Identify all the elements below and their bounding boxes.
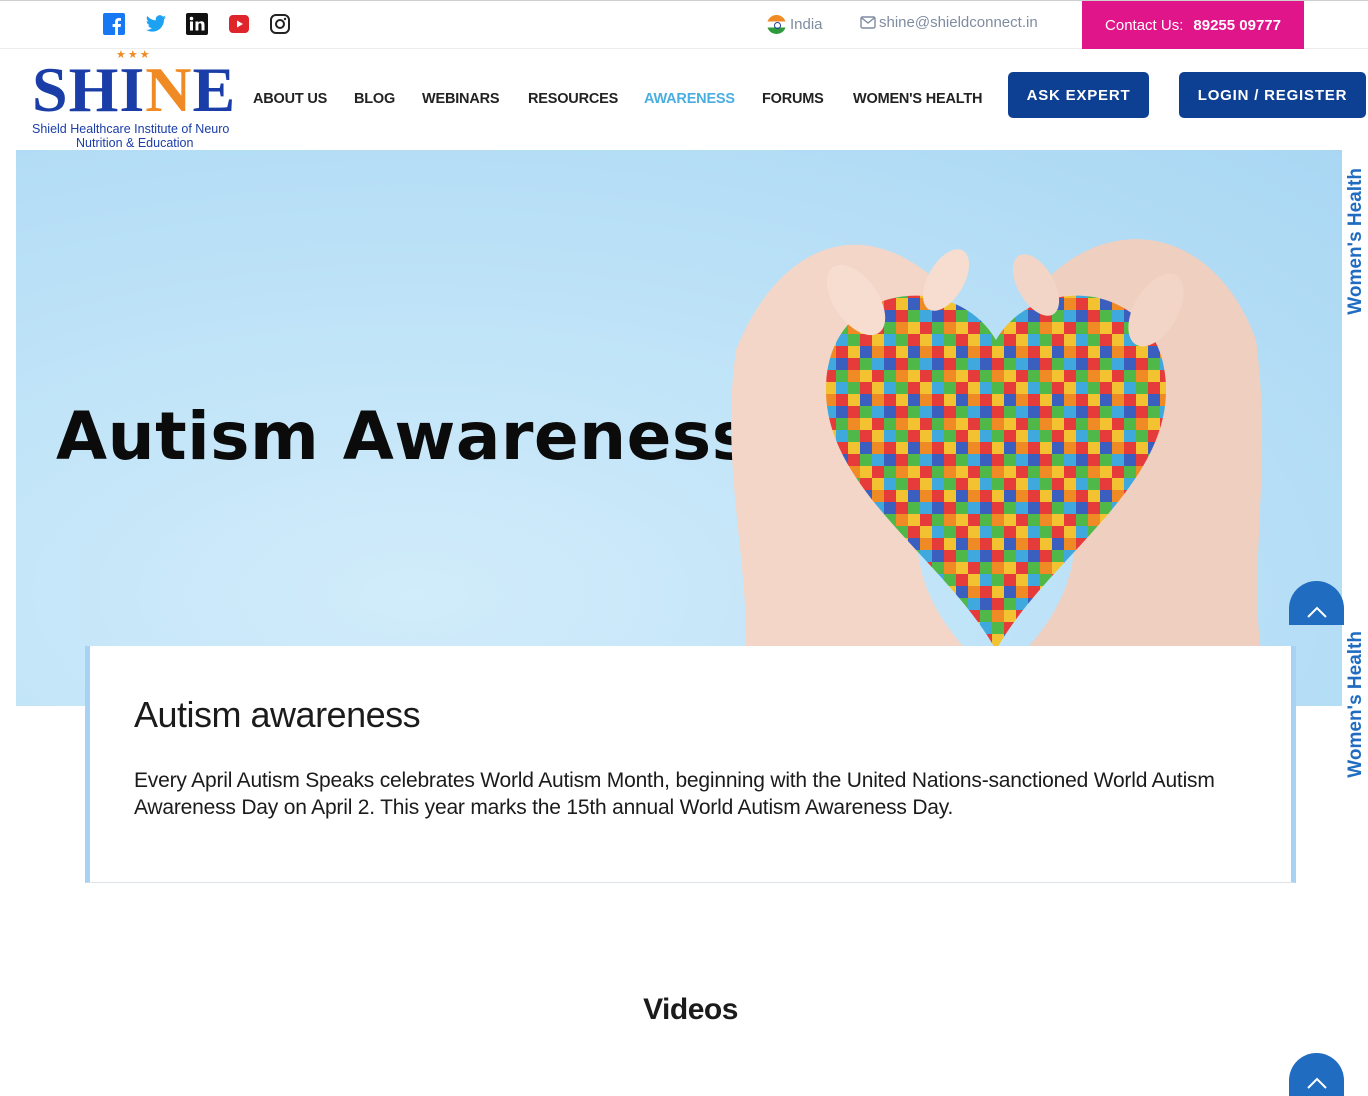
contact-us-box[interactable]: Contact Us: 89255 09777	[1082, 1, 1304, 49]
email-link[interactable]: shine@shieldconnect.in	[860, 14, 1038, 31]
side-tab-label: Women's Health	[1344, 167, 1366, 315]
article-body: Every April Autism Speaks celebrates Wor…	[134, 769, 1215, 819]
article-heading: Autism awareness	[134, 694, 421, 735]
chevron-up-icon	[1306, 1077, 1327, 1089]
hero-banner: Autism Awareness	[16, 150, 1342, 706]
contact-number[interactable]: 89255 09777	[1193, 17, 1281, 34]
womens-health-side-tab-lower[interactable]: Women's Health	[1343, 624, 1368, 784]
nav-webinars[interactable]: WEBINARS	[422, 91, 500, 107]
logo-wordmark: SHINE	[32, 54, 237, 125]
instagram-icon[interactable]	[269, 13, 291, 35]
puzzle-heart-hands-image	[731, 239, 1275, 706]
nav-blog[interactable]: BLOG	[354, 91, 395, 107]
logo-subtitle-line1: Shield Healthcare Institute of Neuro	[32, 122, 230, 136]
nav-forums[interactable]: FORUMS	[762, 91, 824, 107]
india-flag-icon	[767, 15, 786, 34]
envelope-icon	[860, 16, 876, 29]
nav-resources[interactable]: RESOURCES	[528, 91, 618, 107]
chevron-up-icon	[1306, 606, 1327, 618]
article-card: Autism awareness Every April Autism Spea…	[85, 646, 1296, 883]
nav-awareness[interactable]: AWARENESS	[644, 91, 735, 107]
videos-section-title: Videos	[643, 993, 738, 1026]
womens-health-side-tab[interactable]: Women's Health	[1343, 150, 1368, 332]
shine-logo[interactable]: ★★★ SHINE Shield Healthcare Institute of…	[32, 49, 254, 150]
logo-subtitle: Shield Healthcare Institute of Neuro Nut…	[32, 122, 254, 150]
twitter-icon[interactable]	[145, 13, 167, 35]
country-label: India	[790, 16, 823, 33]
logo-subtitle-line2: Nutrition & Education	[76, 135, 194, 150]
youtube-icon[interactable]	[228, 13, 250, 35]
login-register-button[interactable]: LOGIN / REGISTER	[1179, 72, 1366, 118]
hero-title: Autism Awareness	[56, 398, 752, 475]
linkedin-icon[interactable]	[186, 13, 208, 35]
nav-about-us[interactable]: ABOUT US	[253, 91, 327, 107]
side-tab-label-lower: Women's Health	[1344, 630, 1366, 778]
email-text: shine@shieldconnect.in	[879, 14, 1038, 31]
contact-label: Contact Us:	[1105, 16, 1184, 34]
scroll-to-top-button-lower[interactable]	[1289, 1053, 1344, 1096]
facebook-icon[interactable]	[103, 13, 125, 35]
nav-womens-health[interactable]: WOMEN'S HEALTH	[853, 91, 982, 107]
top-bar: India shine@shieldconnect.in Contact Us:…	[0, 0, 1368, 49]
ask-expert-button[interactable]: ASK EXPERT	[1008, 72, 1149, 118]
country-selector[interactable]: India	[767, 15, 823, 34]
